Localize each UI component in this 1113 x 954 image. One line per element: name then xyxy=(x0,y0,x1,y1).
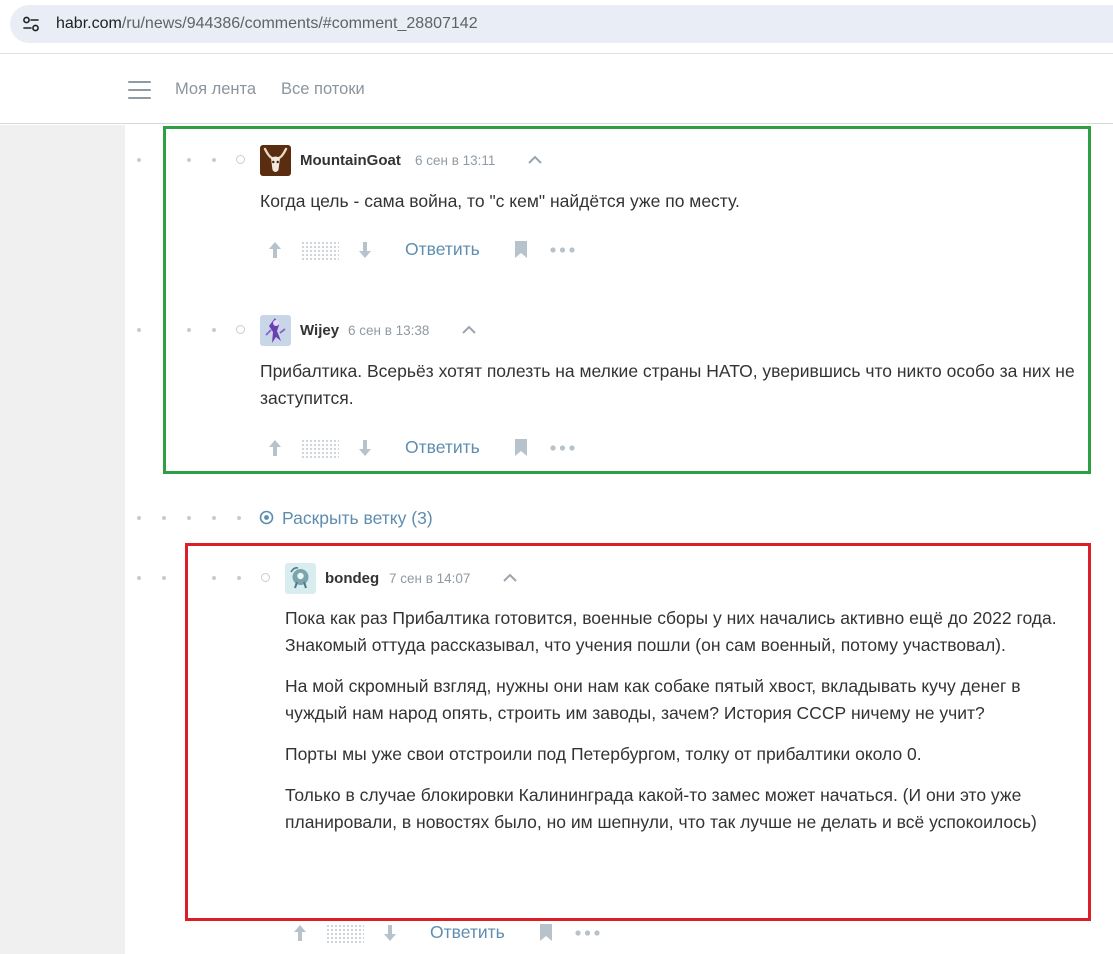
expand-branch-label: Раскрыть ветку (3) xyxy=(282,508,433,528)
thread-dot xyxy=(137,158,141,162)
arrow-up-icon[interactable] xyxy=(292,923,308,943)
thread-dot xyxy=(162,576,166,580)
reply-button[interactable]: Ответить xyxy=(430,922,505,943)
site-settings-icon[interactable] xyxy=(22,15,40,33)
thread-dot xyxy=(162,516,166,520)
url-text[interactable]: habr.com/ru/news/944386/comments/#commen… xyxy=(56,15,478,33)
highlight-box-green xyxy=(163,126,1091,474)
url-host: habr.com xyxy=(56,15,122,32)
bookmark-icon[interactable] xyxy=(539,923,553,942)
address-bar[interactable]: habr.com/ru/news/944386/comments/#commen… xyxy=(10,5,1113,43)
thread-dot xyxy=(237,516,241,520)
thread-dot xyxy=(137,328,141,332)
menu-icon[interactable] xyxy=(128,81,152,99)
more-icon[interactable] xyxy=(575,930,601,936)
arrow-down-icon[interactable] xyxy=(382,923,398,943)
page-gutter xyxy=(0,125,125,954)
thread-dot xyxy=(187,516,191,520)
url-path: /ru/news/944386/comments/#comment_288071… xyxy=(121,15,478,32)
site-header: Моя лента Все потоки xyxy=(0,53,1113,124)
highlight-box-red xyxy=(185,543,1091,921)
nav-my-feed[interactable]: Моя лента xyxy=(175,80,256,99)
thread-dot xyxy=(137,516,141,520)
vote-score xyxy=(326,924,364,943)
thread-dot xyxy=(137,576,141,580)
browser-toolbar: habr.com/ru/news/944386/comments/#commen… xyxy=(0,0,1113,50)
nav-all-streams[interactable]: Все потоки xyxy=(281,80,365,99)
expand-circle-icon xyxy=(259,510,274,525)
thread-dot xyxy=(212,516,216,520)
